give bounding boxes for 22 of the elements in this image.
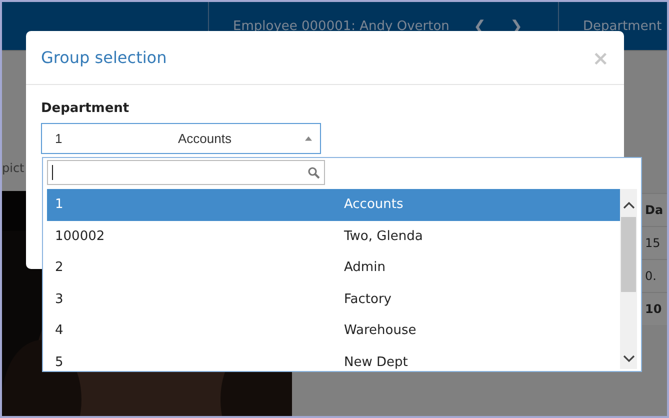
option-item[interactable]: 5 New Dept: [47, 346, 620, 369]
scrollbar[interactable]: [620, 189, 637, 369]
department-title: Department: [583, 18, 662, 34]
option-item[interactable]: 1 Accounts: [47, 189, 620, 220]
dialog-title: Group selection: [41, 48, 167, 67]
department-select[interactable]: 1 Accounts: [41, 123, 321, 154]
search-icon: [308, 166, 320, 178]
table-header: Da: [641, 193, 667, 226]
field-label: Department: [41, 101, 130, 116]
option-item[interactable]: 100002 Two, Glenda: [47, 220, 620, 252]
search-field[interactable]: [47, 160, 325, 185]
caret-icon: [305, 136, 312, 141]
option-item[interactable]: 3 Factory: [47, 284, 620, 315]
employee-title: Employee 000001: Andy Overton: [233, 18, 450, 34]
picture-label: pict: [2, 161, 24, 175]
option-item[interactable]: 2 Admin: [47, 252, 620, 284]
table-cell: 0.: [641, 259, 667, 292]
scroll-down-icon[interactable]: [622, 355, 634, 363]
option-item[interactable]: 4 Warehouse: [47, 315, 620, 346]
scroll-up-icon[interactable]: [622, 201, 634, 209]
table-cell: 10: [641, 292, 667, 325]
table-cell: 15: [641, 226, 667, 259]
